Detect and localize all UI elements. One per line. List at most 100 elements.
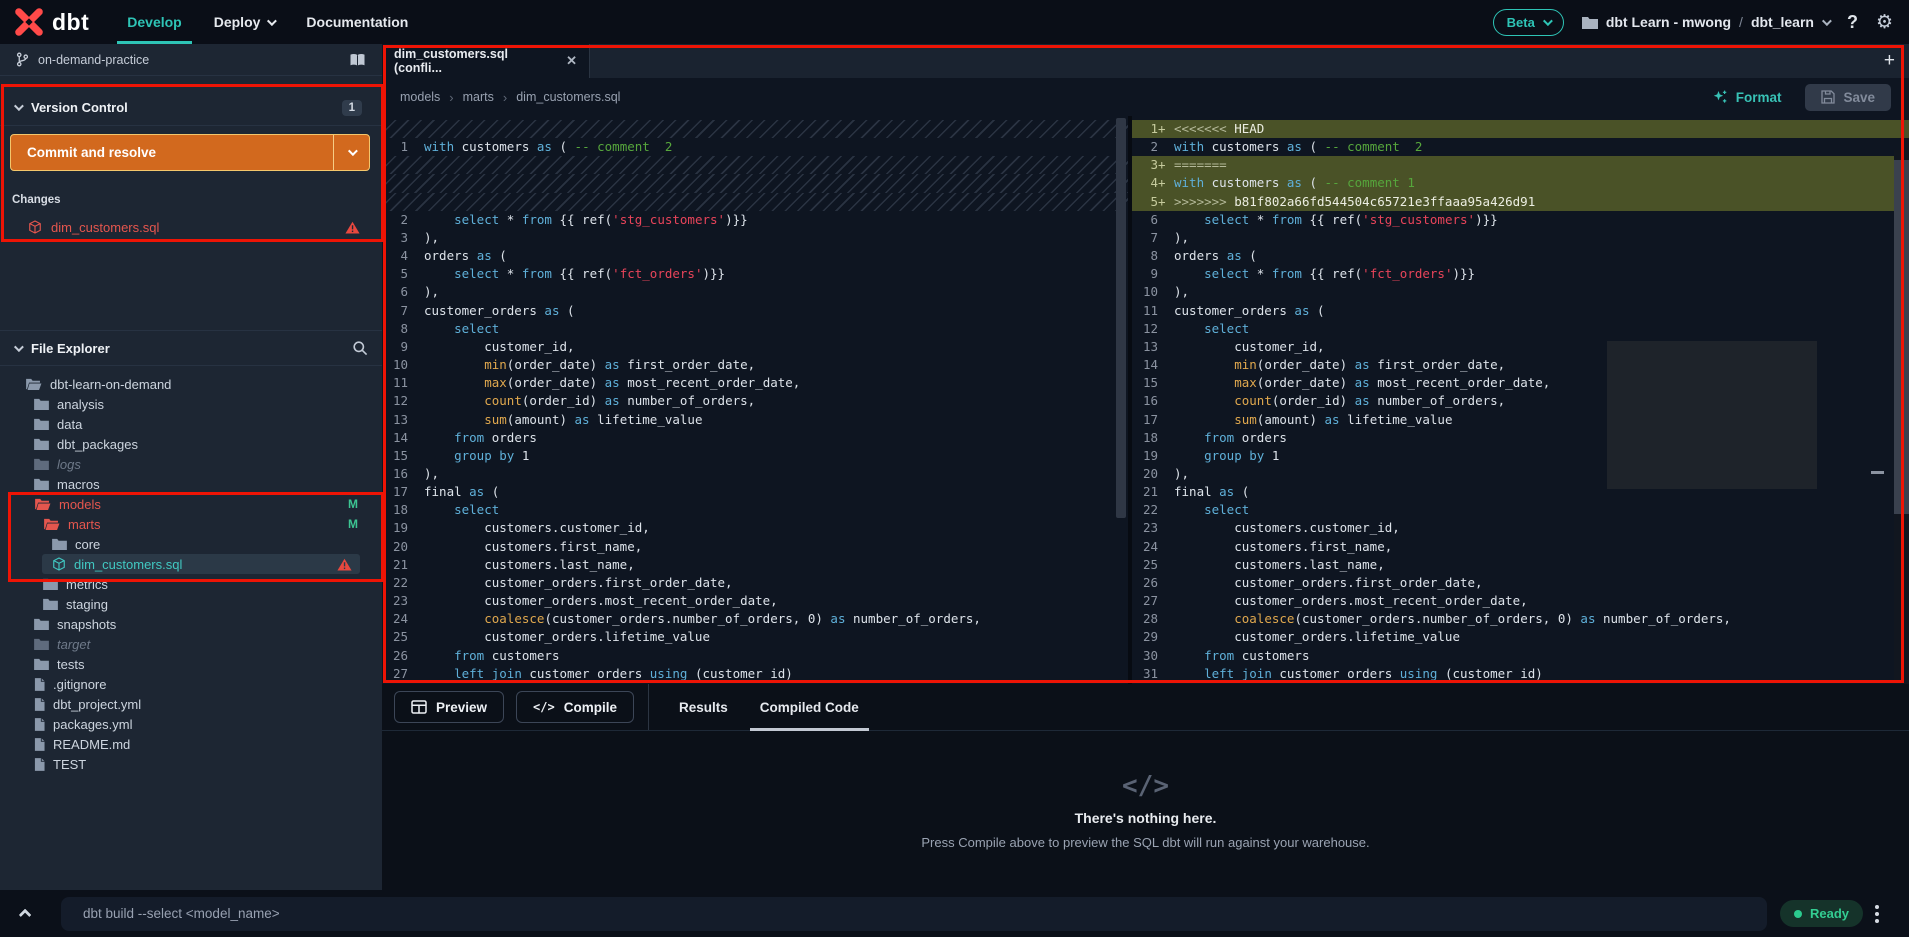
nav-develop[interactable]: Develop [117,0,193,44]
code-line[interactable]: 5 select * from {{ ref('fct_orders')}} [382,265,1128,283]
gear-icon[interactable]: ⚙ [1876,11,1893,33]
breadcrumb-marts[interactable]: marts [463,90,494,104]
current-branch-row[interactable]: on-demand-practice [0,44,382,76]
code-line[interactable]: 29 customer_orders.lifetime_value [1132,628,1909,646]
tree-item-staging[interactable]: staging [0,594,382,614]
code-line[interactable]: 3), [382,229,1128,247]
tree-item--gitignore[interactable]: .gitignore [0,674,382,694]
code-line[interactable]: 10), [1132,283,1909,301]
code-line[interactable]: 24 coalesce(customer_orders.number_of_or… [382,610,1128,628]
breadcrumb-file[interactable]: dim_customers.sql [516,90,620,104]
tree-item-models[interactable]: models M [0,494,382,514]
close-icon[interactable]: ✕ [566,53,577,69]
tab-dim-customers[interactable]: dim_customers.sql (confli... ✕ [382,44,590,78]
chevron-down-icon[interactable] [1821,15,1832,26]
format-button[interactable]: Format [1712,89,1781,105]
code-line[interactable]: 9 customer_id, [382,338,1128,356]
code-line[interactable]: 11 customer_orders as ( [1132,302,1909,320]
tree-item-analysis[interactable]: analysis [0,394,382,414]
code-line[interactable]: 19 customers.customer_id, [382,519,1128,537]
expand-panel-chevron-icon[interactable] [18,905,32,923]
code-line[interactable]: 6 select * from {{ ref('stg_customers')}… [1132,211,1909,229]
tab-compiled-code[interactable]: Compiled Code [744,684,875,731]
code-line[interactable]: 22 select [1132,501,1909,519]
code-line[interactable]: 22 customer_orders.first_order_date, [382,574,1128,592]
code-line[interactable]: 27 customer_orders.most_recent_order_dat… [1132,592,1909,610]
code-line[interactable]: 30 from customers [1132,647,1909,665]
tree-item-readme-md[interactable]: README.md [0,734,382,754]
code-line[interactable]: 20 customers.first_name, [382,538,1128,556]
project-name[interactable]: dbt Learn - mwong [1606,14,1731,30]
docs-book-icon[interactable] [349,53,366,67]
code-line[interactable]: 23 customers.customer_id, [1132,519,1909,537]
right-scrollbar-thumb[interactable] [1894,160,1909,514]
new-tab-button[interactable]: + [1870,50,1909,72]
code-line[interactable]: 13 sum(amount) as lifetime_value [382,411,1128,429]
code-line[interactable]: 16), [382,465,1128,483]
code-line[interactable]: 17 final as ( [382,483,1128,501]
code-line[interactable]: 10 min(order_date) as first_order_date, [382,356,1128,374]
code-line[interactable]: 28 coalesce(customer_orders.number_of_or… [1132,610,1909,628]
tree-item-dbt-project-yml[interactable]: dbt_project.yml [0,694,382,714]
compile-button[interactable]: </> Compile [516,691,634,723]
code-line[interactable]: 25 customer_orders.lifetime_value [382,628,1128,646]
changed-file-row[interactable]: dim_customers.sql [0,214,382,240]
code-line[interactable]: 6), [382,283,1128,301]
breadcrumb-models[interactable]: models [400,90,440,104]
code-line[interactable]: 11 max(order_date) as most_recent_order_… [382,374,1128,392]
code-line[interactable]: 21 customers.last_name, [382,556,1128,574]
tree-item-tests[interactable]: tests [0,654,382,674]
code-line[interactable]: 12 select [1132,320,1909,338]
nav-documentation[interactable]: Documentation [306,0,408,44]
save-button[interactable]: Save [1805,83,1891,111]
code-line[interactable]: 12 count(order_id) as number_of_orders, [382,392,1128,410]
code-line[interactable]: 18 select [382,501,1128,519]
code-line[interactable]: 9 select * from {{ ref('fct_orders')}} [1132,265,1909,283]
tree-item-logs[interactable]: logs [0,454,382,474]
code-line[interactable]: 5 + >>>>>>> b81f802a66fd544504c65721e3ffaa… [1132,192,1909,211]
code-line[interactable]: 23 customer_orders.most_recent_order_dat… [382,592,1128,610]
tree-item-test[interactable]: TEST [0,754,382,774]
help-icon[interactable]: ? [1847,12,1858,33]
tree-item-metrics[interactable]: metrics [0,574,382,594]
tab-results[interactable]: Results [663,684,744,731]
tree-item-data[interactable]: data [0,414,382,434]
tree-item-dbt-packages[interactable]: dbt_packages [0,434,382,454]
code-line[interactable]: 3 + ======= [1132,156,1909,175]
code-line[interactable]: 7 customer_orders as ( [382,302,1128,320]
beta-dropdown[interactable]: Beta [1492,8,1564,36]
nav-deploy[interactable]: Deploy [214,0,278,44]
code-line[interactable]: 27 left join customer_orders using (cust… [382,665,1128,683]
version-control-header[interactable]: Version Control 1 [0,90,382,126]
code-line[interactable]: 1 + <<<<<<< HEAD [1132,120,1909,139]
code-line[interactable]: 31 left join customer_orders using (cust… [1132,665,1909,683]
code-pane-current[interactable]: 1 with customers as ( -- comment 2 2 selec… [382,116,1128,684]
code-line[interactable]: 7), [1132,229,1909,247]
code-line[interactable]: 14 from orders [382,429,1128,447]
code-line[interactable]: 8 orders as ( [1132,247,1909,265]
search-icon[interactable] [352,340,368,356]
tree-item-macros[interactable]: macros [0,474,382,494]
preview-button[interactable]: Preview [394,691,505,723]
tree-item-packages-yml[interactable]: packages.yml [0,714,382,734]
tree-item-target[interactable]: target [0,634,382,654]
commit-and-resolve-button[interactable]: Commit and resolve [10,134,370,171]
tree-item-marts[interactable]: marts M [0,514,382,534]
code-line[interactable]: 1 with customers as ( -- comment 2 [382,138,1128,156]
tree-item-snapshots[interactable]: snapshots [0,614,382,634]
command-input[interactable]: dbt build --select <model_name> [61,896,1767,931]
code-line[interactable]: 26 from customers [382,647,1128,665]
dbt-logo[interactable]: dbt [14,7,89,37]
code-line[interactable]: 25 customers.last_name, [1132,556,1909,574]
code-line[interactable]: 2 with customers as ( -- comment 2 [1132,138,1909,156]
left-pane-scrollbar[interactable] [1116,118,1126,518]
code-line[interactable]: 4 orders as ( [382,247,1128,265]
tree-item-core[interactable]: core [0,534,382,554]
commit-options-dropdown[interactable] [333,135,369,170]
code-line[interactable]: 26 customer_orders.first_order_date, [1132,574,1909,592]
file-explorer-header[interactable]: File Explorer [0,330,382,366]
tree-item-dim-customers-sql[interactable]: dim_customers.sql [42,554,360,574]
kebab-menu-icon[interactable] [1875,904,1880,923]
code-line[interactable]: 2 select * from {{ ref('stg_customers')}… [382,211,1128,229]
code-line[interactable]: 15 group by 1 [382,447,1128,465]
